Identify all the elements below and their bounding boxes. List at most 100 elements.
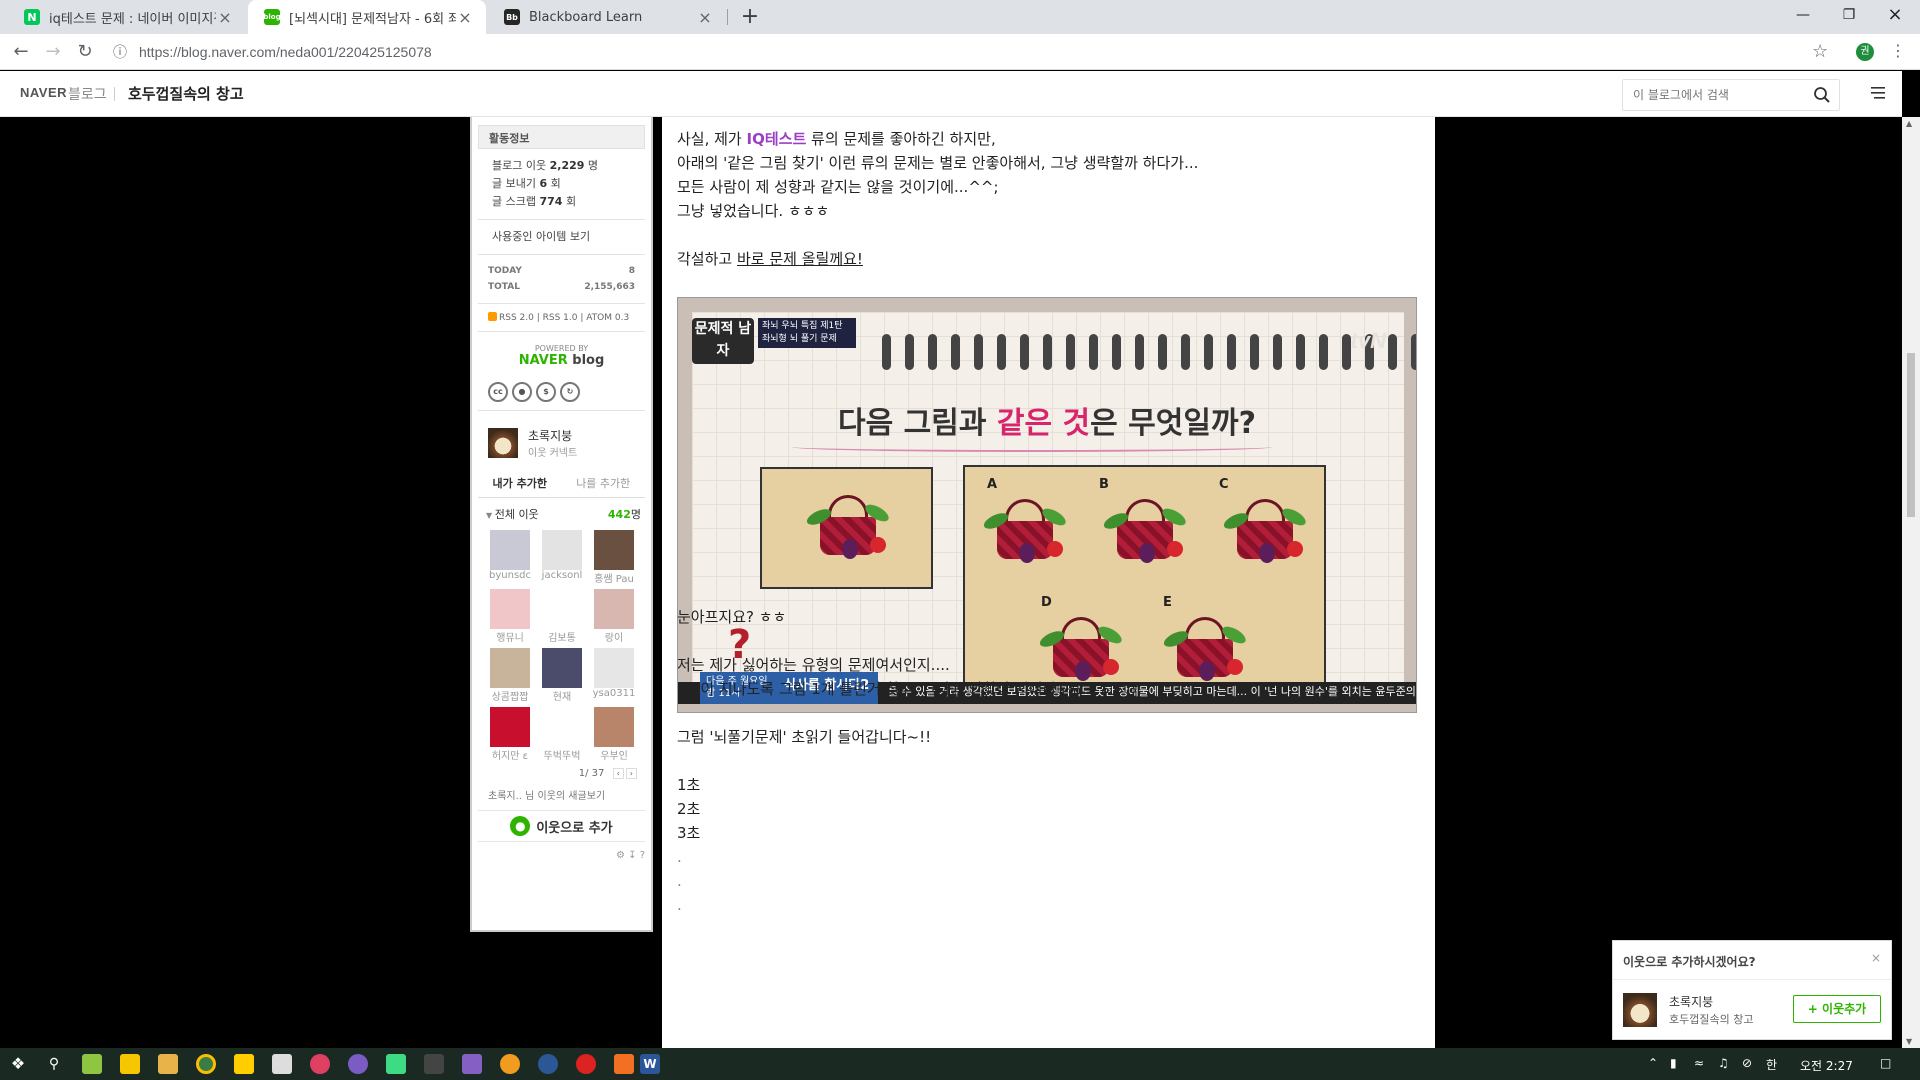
file-explorer-icon[interactable]: [158, 1054, 178, 1074]
neighbor-avatar[interactable]: [594, 589, 634, 629]
profile-avatar[interactable]: 권: [1856, 43, 1874, 61]
neighbor-avatar[interactable]: [594, 648, 634, 688]
battery-icon[interactable]: ▮: [1670, 1056, 1677, 1070]
reload-button[interactable]: ↻: [72, 40, 98, 64]
forward-button[interactable]: →: [40, 40, 66, 64]
hamburger-menu-icon[interactable]: [1870, 85, 1886, 101]
browser-menu-icon[interactable]: ⋮: [1890, 41, 1906, 60]
neighbor-avatar[interactable]: [490, 589, 530, 629]
neighbor-avatar[interactable]: [594, 530, 634, 570]
page-scrollbar[interactable]: ▲ ▼: [1902, 117, 1920, 1048]
volume-icon[interactable]: ♫: [1718, 1056, 1729, 1070]
wifi-icon[interactable]: ≈: [1694, 1056, 1704, 1070]
neighbor-name[interactable]: 상콤짭짭: [488, 688, 532, 703]
neighbor-name[interactable]: 랑이: [592, 629, 636, 644]
neighbor-name[interactable]: 김보통: [540, 629, 584, 644]
items-link[interactable]: 사용중인 아이템 보기: [472, 228, 651, 246]
neighbor-item[interactable]: 현재: [540, 648, 584, 703]
naver-logo[interactable]: NAVER: [20, 85, 67, 100]
owner-name[interactable]: 초록지붕: [528, 427, 577, 444]
kakaotalk-icon[interactable]: [234, 1054, 254, 1074]
neighbor-name[interactable]: 허지만 ε: [488, 747, 532, 762]
owner-avatar[interactable]: [488, 428, 518, 458]
neighbor-connect-owner[interactable]: 초록지붕 이웃 커넥트: [472, 427, 651, 459]
unity-icon[interactable]: [424, 1054, 444, 1074]
popup-add-neighbor-button[interactable]: + 이웃추가: [1793, 995, 1881, 1023]
scroll-down-icon[interactable]: ▼: [1906, 1037, 1912, 1046]
neighbor-item[interactable]: 뚜벅뚜벅: [540, 707, 584, 762]
close-tab-icon[interactable]: ×: [456, 8, 474, 27]
neighbor-name[interactable]: 뚜벅뚜벅: [540, 747, 584, 762]
download-icon[interactable]: ↧: [628, 850, 636, 861]
neighbor-name[interactable]: byunsdc: [488, 570, 532, 581]
neighbor-item[interactable]: jacksonl: [540, 530, 584, 585]
notification-center-icon[interactable]: □: [1880, 1056, 1891, 1070]
pen-app-icon[interactable]: [82, 1054, 102, 1074]
neighbor-avatar[interactable]: [542, 530, 582, 570]
neighbor-name[interactable]: 홍쌤 Pau: [592, 570, 636, 585]
app-icon[interactable]: [310, 1054, 330, 1074]
search-icon[interactable]: ⚲: [44, 1054, 64, 1074]
settings-icon[interactable]: ⚙: [616, 850, 625, 861]
neighbor-avatar[interactable]: [542, 589, 582, 629]
close-tab-icon[interactable]: ×: [696, 8, 714, 27]
minimize-button[interactable]: —: [1780, 0, 1826, 30]
scrollbar-thumb[interactable]: [1907, 353, 1915, 517]
help-icon[interactable]: ?: [640, 850, 645, 861]
naver-blog-link[interactable]: 블로그: [68, 84, 107, 104]
tab-iq-test[interactable]: N iq테스트 문제 : 네이버 이미지검 ×: [8, 0, 246, 34]
tray-chevron-icon[interactable]: ⌃: [1648, 1056, 1658, 1070]
maximize-button[interactable]: ❐: [1826, 0, 1872, 30]
close-popup-icon[interactable]: ×: [1871, 951, 1881, 965]
scroll-up-icon[interactable]: ▲: [1906, 119, 1912, 128]
tab-naver-blog[interactable]: blog [뇌섹시대] 문제적남자 - 6회 좌뇌 ×: [248, 0, 486, 34]
neighbor-avatar[interactable]: [594, 707, 634, 747]
site-info-icon[interactable]: ⓘ: [110, 42, 130, 62]
visual-studio-icon[interactable]: [462, 1054, 482, 1074]
neighbor-item[interactable]: 허지만 ε: [488, 707, 532, 762]
ime-indicator[interactable]: 한: [1766, 1056, 1777, 1073]
new-tab-button[interactable]: +: [736, 4, 764, 30]
neighbor-avatar[interactable]: [490, 707, 530, 747]
tab-added-me[interactable]: 나를 추가한: [562, 469, 646, 497]
rss-links[interactable]: RSS 2.0 | RSS 1.0 | ATOM 0.3: [472, 312, 651, 323]
neighbor-item[interactable]: 랑이: [592, 589, 636, 644]
close-tab-icon[interactable]: ×: [216, 8, 234, 27]
neighbor-name[interactable]: 현재: [540, 688, 584, 703]
neighbor-avatar[interactable]: [490, 648, 530, 688]
app-icon[interactable]: [614, 1054, 634, 1074]
word-icon[interactable]: W: [640, 1054, 660, 1074]
neighbor-item[interactable]: 상콤짭짭: [488, 648, 532, 703]
neighbor-item[interactable]: 행뮤니: [488, 589, 532, 644]
neighbor-item[interactable]: 홍쌤 Pau: [592, 530, 636, 585]
add-neighbor-button[interactable]: ● 이웃으로 추가: [478, 810, 645, 842]
neighbor-name[interactable]: jacksonl: [540, 570, 584, 581]
neighbor-item[interactable]: 우부인: [592, 707, 636, 762]
app-icon[interactable]: [576, 1054, 596, 1074]
creative-commons-badges[interactable]: cc ● $ ↻: [472, 382, 651, 402]
back-button[interactable]: ←: [8, 40, 34, 64]
neighbor-item[interactable]: 김보통: [540, 589, 584, 644]
neighbor-name[interactable]: 우부인: [592, 747, 636, 762]
neighbor-avatar[interactable]: [490, 530, 530, 570]
neighbor-avatar[interactable]: [542, 707, 582, 747]
neighbor-name[interactable]: ysa0311: [592, 688, 636, 699]
search-icon[interactable]: [1813, 86, 1831, 104]
sticky-notes-icon[interactable]: [120, 1054, 140, 1074]
blender-icon[interactable]: [500, 1054, 520, 1074]
prev-page-icon[interactable]: ‹: [612, 768, 624, 779]
neighbor-new-posts-link[interactable]: 초록지.. 님 이웃의 새글보기: [472, 787, 651, 802]
neighbor-item[interactable]: ysa0311: [592, 648, 636, 703]
rss-text[interactable]: RSS 2.0 | RSS 1.0 | ATOM 0.3: [499, 313, 629, 323]
address-bar[interactable]: ⓘ https://blog.naver.com/neda001/2204251…: [110, 39, 1830, 65]
next-page-icon[interactable]: ›: [625, 768, 637, 779]
app-icon[interactable]: [538, 1054, 558, 1074]
app-icon[interactable]: [272, 1054, 292, 1074]
chrome-icon[interactable]: [196, 1054, 216, 1074]
all-neighbors-row[interactable]: ▼ 전체 이웃 442명: [472, 498, 651, 526]
bookmark-star-icon[interactable]: ☆: [1812, 41, 1828, 62]
url-text[interactable]: https://blog.naver.com/neda001/220425125…: [139, 44, 432, 60]
android-studio-icon[interactable]: [386, 1054, 406, 1074]
blog-title[interactable]: 호두껍질속의 창고: [128, 83, 244, 104]
windows-start-icon[interactable]: ❖: [8, 1054, 28, 1074]
